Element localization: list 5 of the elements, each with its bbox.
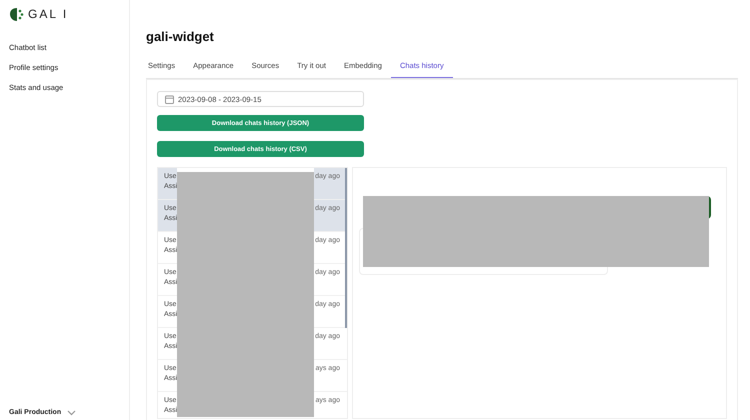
calendar-icon xyxy=(165,94,174,104)
page-title: gali-widget xyxy=(146,29,215,44)
brain-logo-icon xyxy=(9,6,25,22)
chevron-down-icon xyxy=(67,410,76,416)
logo-text: GAL I xyxy=(28,7,68,21)
